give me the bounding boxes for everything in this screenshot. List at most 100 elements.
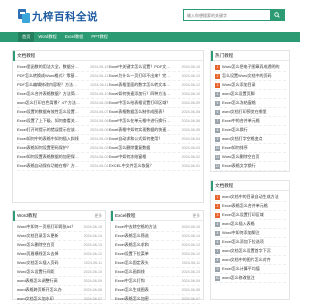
article-title[interactable]: Excel如何快速添加行？四种方法教你 bbox=[109, 91, 175, 97]
article-title[interactable]: Word文档怎么插入页码 bbox=[17, 260, 76, 266]
article-title[interactable]: Excel如何中的表格中如何插入斜线 bbox=[17, 136, 83, 142]
ranked-item-title[interactable]: word怎么设置页脚 bbox=[222, 91, 286, 97]
article-row[interactable]: Excel中关键字怎么设置？PDF文件怎么排列 2024-06-15 bbox=[108, 63, 200, 72]
ranked-item-title[interactable]: Excel表格文字换行 bbox=[222, 163, 286, 169]
search-button[interactable] bbox=[270, 10, 284, 20]
article-row[interactable]: PDF怎么编辑修改内容呢？方法超详细分享 2024-06-11 bbox=[17, 81, 109, 90]
ranked-item[interactable]: 3 Excel怎么设置打印区域 bbox=[215, 211, 286, 220]
article-row[interactable]: Word中如何一页纸打印两张A4？ 2024-06-15 bbox=[17, 223, 102, 232]
article-row[interactable]: Excel设置了上下级，如何查看关联内容？ 2024-06-06 bbox=[17, 117, 109, 126]
article-title[interactable]: Excel表格如何设置密码保护？ bbox=[17, 145, 83, 151]
article-title[interactable]: EXCEL中文件怎么恢复？ bbox=[109, 163, 175, 169]
article-title[interactable]: Excel中怎么在单元格中进行换行操作 bbox=[109, 118, 175, 124]
ranked-item[interactable]: 9 word文档打字空格变点 bbox=[215, 135, 286, 144]
ranked-item[interactable]: 7 word文档怎么设置首字下沉 bbox=[215, 247, 286, 256]
article-row[interactable]: word表格怎么调整行高 2024-06-09 bbox=[17, 277, 102, 286]
ranked-item[interactable]: 2 Excel表格怎么合并单元格 bbox=[215, 202, 286, 211]
ranked-item-title[interactable]: Excel怎么换行 bbox=[222, 127, 286, 133]
article-title[interactable]: Word中如何一页纸打印两张A4？ bbox=[17, 224, 76, 230]
ranked-item-title[interactable]: Excel中的合并单元格 bbox=[222, 118, 286, 124]
article-title[interactable]: Excel表格自动保存功能在哪？方法简单 bbox=[17, 163, 83, 169]
ranked-item[interactable]: 12 Excel表格文字换行 bbox=[215, 162, 286, 171]
article-row[interactable]: word表格跨页断开怎么办 2024-06-08 bbox=[17, 286, 102, 295]
ranked-item[interactable]: 3 Word怎么添加目录 bbox=[215, 81, 286, 90]
nav-item[interactable]: Excel教程 bbox=[61, 32, 88, 42]
article-row[interactable]: Excel中去除空格的方法 2024-06-15 bbox=[115, 223, 200, 232]
article-row[interactable]: Excel表格如何设置密码保护？ 2024-06-03 bbox=[17, 144, 109, 153]
article-title[interactable]: Excel表格怎么求和 bbox=[115, 242, 174, 248]
article-title[interactable]: Excel怎么画斜线 bbox=[115, 269, 174, 275]
ranked-item-title[interactable]: Excel怎么设置打印区域 bbox=[222, 212, 286, 218]
ranked-item-title[interactable]: 怎么设置Word文档中的页码 bbox=[222, 73, 286, 79]
article-row[interactable]: Excel如何设置表格数据的加密保护？ 2024-06-02 bbox=[17, 153, 109, 162]
ranked-item[interactable]: 8 Excel怎么换行 bbox=[215, 126, 286, 135]
ranked-item-title[interactable]: Word怎么删除空白页 bbox=[222, 154, 286, 160]
article-title[interactable]: word文档怎么加水印 bbox=[17, 296, 76, 302]
ranked-item[interactable]: 1 word文档中的目录自动生成方法 bbox=[215, 193, 286, 202]
article-title[interactable]: Excel中怎么给表格设置打印区域？ bbox=[109, 100, 175, 106]
article-title[interactable]: word表格跨页断开怎么办 bbox=[17, 287, 76, 293]
article-row[interactable]: Excel中如何冻结窗格 2024-06-02 bbox=[108, 153, 200, 162]
ranked-item[interactable]: 1 Word怎么把电子图章弄成透明的 bbox=[215, 63, 286, 72]
article-row[interactable]: Excel设置的数据有效性怎么设置取消？xlsx 2024-06-07 bbox=[17, 108, 109, 117]
search-input[interactable] bbox=[184, 10, 270, 20]
article-row[interactable]: Excel怎么合并表格数据？方法简单速学 2024-06-10 bbox=[17, 90, 109, 99]
article-row[interactable]: Excel打开时提示的错误提示应该怎么解决 2024-06-05 bbox=[17, 126, 109, 135]
article-row[interactable]: Excel中怎么给表格设置打印区域？ 2024-06-09 bbox=[108, 99, 200, 108]
article-title[interactable]: Excel自动求和公式如何使用？ bbox=[109, 136, 175, 142]
article-title[interactable]: Excel表格里面的数字怎么转文本格式？ bbox=[109, 82, 175, 88]
ranked-item-title[interactable]: word怎么修改批注 bbox=[222, 275, 286, 281]
article-title[interactable]: Excel怎么固定表头 bbox=[115, 260, 174, 266]
article-title[interactable]: Excel表格数据怎么制作成图表？ bbox=[109, 109, 175, 115]
article-title[interactable]: Excel表格中如何实现数据的快速排序？ bbox=[109, 127, 175, 133]
article-row[interactable]: Excel为什么一页打印不出来？完整教程 2024-06-13 bbox=[108, 72, 200, 81]
article-title[interactable]: Excel中关键字怎么设置？PDF文件怎么排列 bbox=[109, 64, 175, 70]
article-row[interactable]: Word页眉横线怎么去掉 2024-06-12 bbox=[17, 250, 102, 259]
ranked-item-title[interactable]: word文档打印预览在哪里 bbox=[222, 109, 286, 115]
ranked-item-title[interactable]: Excel表格怎么合并单元格 bbox=[222, 203, 286, 209]
article-title[interactable]: PDF怎么转换成Word格式？零基础也能轻松完成 bbox=[17, 73, 83, 79]
article-row[interactable]: Excel中怎么在单元格中进行换行操作 2024-06-06 bbox=[108, 117, 200, 126]
ranked-item[interactable]: 5 Word中如何添加脚注 bbox=[215, 229, 286, 238]
article-title[interactable]: Excel设置的数据有效性怎么设置取消？xlsx bbox=[17, 109, 83, 115]
article-title[interactable]: Excel里函数的用法大全，数据分析与处理 bbox=[17, 64, 83, 70]
ranked-item[interactable]: 10 Excel如何排序 bbox=[215, 144, 286, 153]
nav-item[interactable]: 首页 bbox=[18, 32, 35, 42]
ranked-item-title[interactable]: word怎么插入表格 bbox=[222, 221, 286, 227]
article-title[interactable]: Excel表格怎么筛选 bbox=[115, 233, 174, 239]
ranked-item-title[interactable]: word文档打字空格变点 bbox=[222, 136, 286, 142]
article-title[interactable]: Excel中如何冻结窗格 bbox=[109, 154, 175, 160]
article-row[interactable]: Excel怎么固定表头 2024-06-11 bbox=[115, 259, 200, 268]
ranked-item-title[interactable]: word文档中的目录自动生成方法 bbox=[222, 194, 286, 200]
ranked-item[interactable]: 9 Excel怎么计算平均值 bbox=[215, 265, 286, 274]
article-title[interactable]: Word页眉横线怎么去掉 bbox=[17, 251, 76, 257]
article-row[interactable]: Word怎么设置行间距 2024-06-10 bbox=[17, 268, 102, 277]
ranked-item[interactable]: 11 Word怎么删除空白页 bbox=[215, 153, 286, 162]
article-row[interactable]: Excel怎么画斜线 2024-06-10 bbox=[115, 268, 200, 277]
site-logo[interactable]: 九梓百科全说 bbox=[18, 7, 108, 25]
article-title[interactable]: Excel中怎么打钩 bbox=[115, 278, 174, 284]
article-title[interactable]: word表格怎么调整行高 bbox=[17, 278, 76, 284]
article-row[interactable]: Excel如何中的表格中如何插入斜线 2024-06-04 bbox=[17, 135, 109, 144]
ranked-item[interactable]: 2 怎么设置Word文档中的页码 bbox=[215, 72, 286, 81]
ranked-item-title[interactable]: word文档中的图片怎么对齐 bbox=[222, 257, 286, 263]
article-row[interactable]: Excel如何快速添加行？四种方法教你 2024-06-10 bbox=[108, 90, 200, 99]
article-row[interactable]: Excel里函数的用法大全，数据分析与处理 2024-06-15 bbox=[17, 63, 109, 72]
article-row[interactable]: Excel表格怎么求和 2024-06-13 bbox=[115, 241, 200, 250]
ranked-item[interactable]: 5 Excel怎么冻结窗格 bbox=[215, 99, 286, 108]
article-title[interactable]: PDF怎么编辑修改内容呢？方法超详细分享 bbox=[17, 82, 83, 88]
ranked-item-title[interactable]: Excel怎么添加下拉选项 bbox=[222, 239, 286, 245]
article-title[interactable]: Excel表格怎么加密 bbox=[115, 296, 174, 302]
article-title[interactable]: Word怎么设置行间距 bbox=[17, 269, 76, 275]
article-row[interactable]: PDF怎么转换成Word格式？零基础也能轻松完成 2024-06-12 bbox=[17, 72, 109, 81]
article-row[interactable]: Excel自动求和公式如何使用？ 2024-06-04 bbox=[108, 135, 200, 144]
article-row[interactable]: Excel怎么生成图表 2024-06-08 bbox=[115, 286, 200, 295]
ranked-item-title[interactable]: Word怎么添加目录 bbox=[222, 82, 286, 88]
article-row[interactable]: Word文档怎么插入页码 2024-06-11 bbox=[17, 259, 102, 268]
ranked-item[interactable]: 8 word文档中的图片怎么对齐 bbox=[215, 256, 286, 265]
nav-item[interactable]: PPT教程 bbox=[87, 32, 112, 42]
article-row[interactable]: Word怎么删除空白页 2024-06-13 bbox=[17, 241, 102, 250]
article-row[interactable]: Excel表格数据怎么制作成图表？ 2024-06-08 bbox=[108, 108, 200, 117]
ranked-item-title[interactable]: Excel如何排序 bbox=[222, 145, 286, 151]
article-row[interactable]: Excel表格中如何实现数据的快速排序？ 2024-06-05 bbox=[108, 126, 200, 135]
